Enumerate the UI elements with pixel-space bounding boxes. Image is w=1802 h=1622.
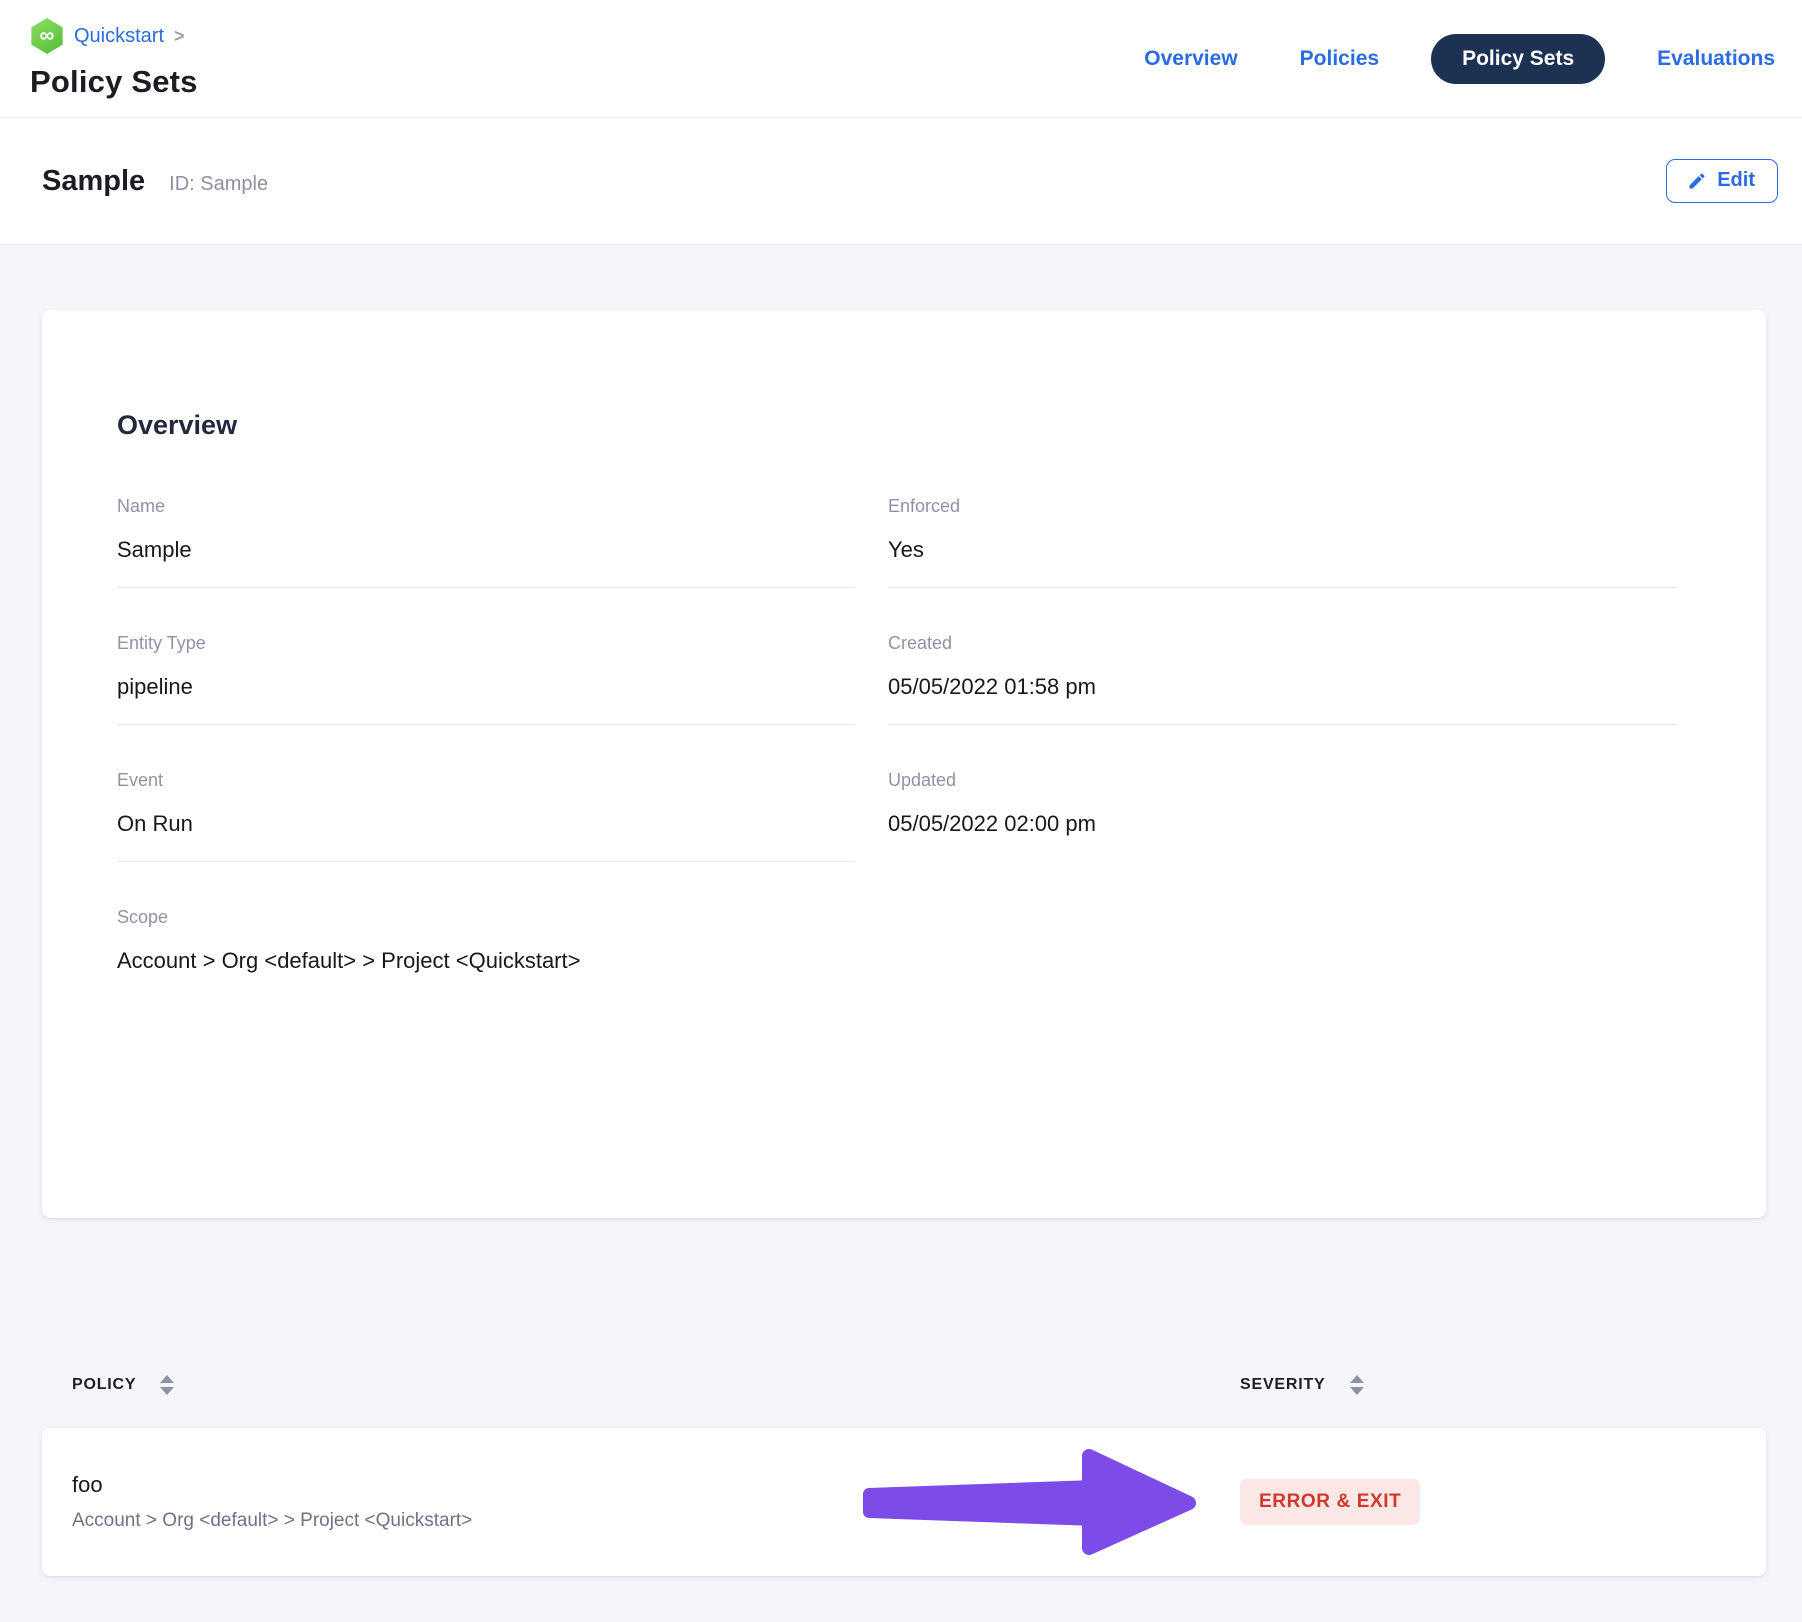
sort-up-arrow (1350, 1375, 1364, 1383)
tab-overview[interactable]: Overview (1144, 47, 1237, 71)
sort-down-arrow (1350, 1387, 1364, 1395)
field-label: Event (117, 770, 855, 791)
field-updated: Updated 05/05/2022 02:00 pm (888, 770, 1678, 861)
edit-button-label: Edit (1717, 169, 1755, 192)
field-value: On Run (117, 811, 855, 837)
field-value: Yes (888, 537, 1678, 563)
sort-icon[interactable] (160, 1375, 174, 1395)
severity-cell: ERROR & EXIT (1240, 1479, 1766, 1525)
page-title: Policy Sets (30, 64, 198, 100)
tab-evaluations[interactable]: Evaluations (1657, 47, 1775, 71)
policies-table-header: POLICY SEVERITY (42, 1375, 1766, 1395)
field-label: Name (117, 496, 855, 517)
policy-set-name: Sample (42, 165, 145, 198)
overview-fields-left: Name Sample Entity Type pipeline Event O… (117, 496, 855, 1043)
field-event: Event On Run (117, 770, 855, 862)
field-name: Name Sample (117, 496, 855, 588)
top-header: ∞ Quickstart > Policy Sets Overview Poli… (0, 0, 1802, 118)
field-value: Sample (117, 537, 855, 563)
field-label: Enforced (888, 496, 1678, 517)
edit-button[interactable]: Edit (1666, 159, 1778, 203)
column-header-severity[interactable]: SEVERITY (1240, 1375, 1766, 1395)
breadcrumb: ∞ Quickstart > (30, 18, 198, 54)
overview-card: Overview Name Sample Entity Type pipelin… (42, 310, 1766, 1218)
policy-table-row[interactable]: foo Account > Org <default> > Project <Q… (42, 1428, 1766, 1576)
column-header-severity-label: SEVERITY (1240, 1376, 1326, 1394)
field-scope: Scope Account > Org <default> > Project … (117, 907, 855, 998)
field-value: Account > Org <default> > Project <Quick… (117, 948, 855, 974)
policy-set-header: Sample ID: Sample Edit (0, 118, 1802, 245)
overview-card-title: Overview (117, 410, 1678, 441)
tab-policy-sets[interactable]: Policy Sets (1431, 34, 1605, 84)
tab-policies[interactable]: Policies (1300, 47, 1379, 71)
field-entity-type: Entity Type pipeline (117, 633, 855, 725)
field-value: 05/05/2022 01:58 pm (888, 674, 1678, 700)
breadcrumb-project-link[interactable]: Quickstart (74, 25, 164, 48)
overview-fields-grid: Name Sample Entity Type pipeline Event O… (117, 496, 1678, 1043)
field-value: pipeline (117, 674, 855, 700)
top-header-left: ∞ Quickstart > Policy Sets (30, 0, 198, 117)
pencil-icon (1687, 171, 1707, 191)
sort-up-arrow (160, 1375, 174, 1383)
field-enforced: Enforced Yes (888, 496, 1678, 588)
field-label: Scope (117, 907, 855, 928)
policy-scope: Account > Org <default> > Project <Quick… (72, 1510, 1240, 1532)
policy-set-id: ID: Sample (169, 167, 268, 196)
field-label: Updated (888, 770, 1678, 791)
overview-fields-right: Enforced Yes Created 05/05/2022 01:58 pm… (888, 496, 1678, 1043)
severity-badge: ERROR & EXIT (1240, 1479, 1420, 1525)
chevron-right-icon: > (174, 26, 185, 47)
app-root: ∞ Quickstart > Policy Sets Overview Poli… (0, 0, 1802, 1622)
main-content: Overview Name Sample Entity Type pipelin… (0, 245, 1802, 1622)
module-tabs: Overview Policies Policy Sets Evaluation… (1144, 0, 1775, 117)
field-label: Created (888, 633, 1678, 654)
sort-down-arrow (160, 1387, 174, 1395)
field-label: Entity Type (117, 633, 855, 654)
field-value: 05/05/2022 02:00 pm (888, 811, 1678, 837)
policy-name[interactable]: foo (72, 1472, 1240, 1498)
column-header-policy[interactable]: POLICY (42, 1375, 1240, 1395)
field-created: Created 05/05/2022 01:58 pm (888, 633, 1678, 725)
sort-icon[interactable] (1350, 1375, 1364, 1395)
project-hexagon-icon: ∞ (30, 18, 64, 54)
policy-cell: foo Account > Org <default> > Project <Q… (42, 1472, 1240, 1532)
column-header-policy-label: POLICY (72, 1376, 136, 1394)
